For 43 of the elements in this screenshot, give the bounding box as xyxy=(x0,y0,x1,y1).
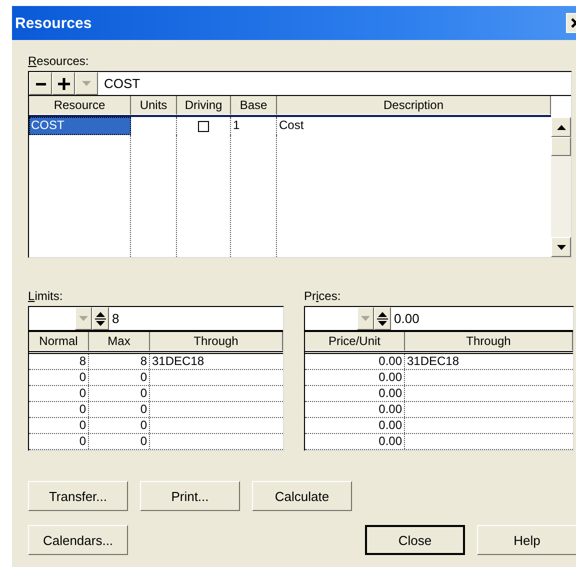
table-cell-text: 31DEC18 xyxy=(406,354,460,369)
column-header[interactable]: Driving xyxy=(177,96,231,115)
table-cell: 0 xyxy=(89,370,150,385)
action-button[interactable]: Print... xyxy=(140,481,240,511)
action-button[interactable]: Calendars... xyxy=(28,525,128,555)
column-header[interactable]: Price/Unit xyxy=(305,332,405,351)
table-cell: 0 xyxy=(89,402,150,417)
action-button[interactable]: Calculate xyxy=(252,481,352,511)
table-cell: 8 xyxy=(89,354,150,369)
column-header[interactable]: Max xyxy=(89,332,150,351)
column-header[interactable]: Through xyxy=(405,332,573,351)
table-cell: 8 xyxy=(29,354,89,369)
table-cell: 0.00 xyxy=(305,386,405,401)
table-cell: COST xyxy=(29,117,131,135)
table-cell: 0.00 xyxy=(305,370,405,385)
table-cell: 0 xyxy=(89,418,150,433)
table-cell: 0.00 xyxy=(305,434,405,449)
action-button[interactable]: Transfer... xyxy=(28,481,128,511)
table-cell: 0 xyxy=(89,434,150,449)
column-header[interactable]: Through xyxy=(150,332,283,351)
limits-label: Limits: xyxy=(28,289,63,303)
table-cell-text: Cost xyxy=(278,117,305,134)
action-button[interactable]: Help xyxy=(477,525,576,555)
table-cell: 0.00 xyxy=(305,354,405,369)
prices-label: Prices: xyxy=(304,289,341,303)
column-header[interactable]: Normal xyxy=(29,332,89,351)
column-header[interactable]: Description xyxy=(277,96,551,115)
table-cell: 0 xyxy=(29,402,89,417)
column-header[interactable]: Resource xyxy=(29,96,131,115)
column-header[interactable]: Base xyxy=(231,96,277,115)
table-cell: 1 xyxy=(231,117,277,135)
table-cell: 0.00 xyxy=(305,402,405,417)
window-title: Resources xyxy=(15,14,92,32)
resources-label: Resources: xyxy=(28,54,89,68)
table-cell: 0 xyxy=(29,418,89,433)
column-header[interactable]: Units xyxy=(131,96,177,115)
action-button[interactable]: Close xyxy=(365,525,465,555)
table-cell: 0 xyxy=(29,434,89,449)
table-cell: 0 xyxy=(89,386,150,401)
table-cell: 0 xyxy=(29,386,89,401)
table-cell-text: 31DEC18 xyxy=(151,354,206,369)
table-cell: 0.00 xyxy=(305,418,405,433)
table-cell: 0 xyxy=(29,370,89,385)
